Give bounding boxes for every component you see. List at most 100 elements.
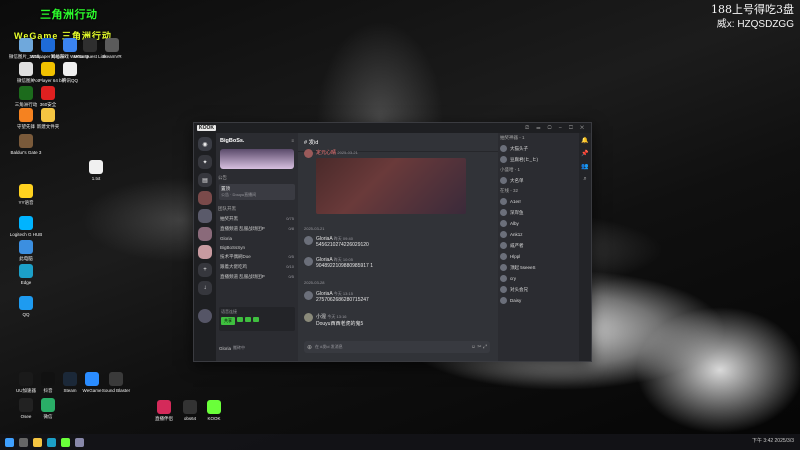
avatar <box>500 156 507 163</box>
message-input[interactable]: ⊕ 在 #发id 发消息 ☺ ✂ ⤢ <box>304 341 490 353</box>
search-icon[interactable] <box>19 437 28 447</box>
desktop-icon[interactable]: Logitech G HUB <box>6 216 46 237</box>
voice-channel[interactable]: 直播频道 乱服战场团P 0/5 <box>216 272 298 282</box>
avatar[interactable] <box>304 313 313 322</box>
channel-group-announce[interactable]: 公告 <box>216 173 298 183</box>
member-item[interactable]: cry <box>498 273 579 284</box>
avatar <box>500 253 507 260</box>
desktop-icon-label: Sound Blaster <box>101 388 131 393</box>
avatar[interactable] <box>304 149 313 158</box>
member-item[interactable]: 对头会兄 <box>498 284 579 295</box>
avatar[interactable] <box>304 236 313 245</box>
desktop-icon[interactable]: Baldur's Gate 3 <box>6 134 46 155</box>
pin-icon[interactable]: 📌 <box>579 150 591 157</box>
voice-channel-count: 0/5 <box>288 274 294 279</box>
voice-channel[interactable]: 技术平偶刷Doe 0/5 <box>216 252 298 262</box>
desktop-icon[interactable]: Edge <box>6 264 46 285</box>
edge-icon[interactable] <box>47 437 56 447</box>
member-list: 抽奖神器 - 1 大猫头子 豆腐君(ヒ_ヒ) 小盛哈 - 1 大名单 在线 - 32 A1e… <box>498 133 579 361</box>
desktop-icon[interactable]: 360安全 <box>28 86 68 107</box>
taskbar: 下午 3:42 2025/3/3 <box>0 434 800 450</box>
user-name[interactable]: Gloria <box>219 346 231 351</box>
user-avatar-icon[interactable] <box>198 309 212 323</box>
member-item[interactable]: 威严者 <box>498 240 579 251</box>
member-name: 深岸鱼 <box>510 209 524 215</box>
member-name: A1err <box>510 199 522 204</box>
avatar[interactable] <box>304 257 313 266</box>
bell-icon[interactable]: 🔔 <box>579 137 591 144</box>
server-rail: ◉ ✦ ▤ + ↓ <box>194 133 216 361</box>
member-name: 大猫头子 <box>510 145 528 151</box>
member-item[interactable]: A1err <box>498 196 579 207</box>
desktop-icon[interactable]: Sound Blaster <box>96 372 136 393</box>
avatar <box>500 220 507 227</box>
members-icon[interactable]: 👥 <box>579 163 591 170</box>
add-attachment-icon[interactable]: ⊕ <box>307 344 312 351</box>
user-status: 搬砖中 <box>233 345 246 350</box>
member-item[interactable]: 大猫头子 <box>498 143 579 154</box>
window-controls[interactable]: ⎚ ▭ ▢ – ☐ ✕ <box>525 125 587 131</box>
app-icon <box>19 296 33 310</box>
member-item[interactable]: 深岸鱼 <box>498 207 579 218</box>
member-item[interactable]: Alby <box>498 218 579 229</box>
pinned-channel[interactable]: 置顶 公告 · Douyu直播间 <box>219 184 295 200</box>
server-icon-2[interactable] <box>198 209 212 223</box>
channel-group-team[interactable]: 团队开黑 <box>216 204 298 214</box>
member-group-title: 小盛哈 - 1 <box>500 167 521 172</box>
desktop-icon[interactable]: YY语音 <box>6 184 46 205</box>
emoji-icon[interactable]: ☺ ✂ ⤢ <box>471 344 490 350</box>
server-icon-4[interactable] <box>198 245 212 259</box>
server-icon-3[interactable] <box>198 227 212 241</box>
search-icon[interactable]: ⌕ <box>579 176 591 183</box>
message-image[interactable] <box>316 158 466 214</box>
member-name: Ank1z <box>510 232 523 237</box>
home-icon[interactable]: ◉ <box>198 137 212 151</box>
member-group-title: 在线 - 32 <box>500 188 519 193</box>
member-item[interactable]: Daisy <box>498 295 579 306</box>
desktop-icon[interactable]: 1.txt <box>76 160 116 181</box>
member-item[interactable]: 豆腐君(ヒ_ヒ) <box>498 154 579 165</box>
voice-channel-count: 0/10 <box>286 264 294 269</box>
avatar[interactable] <box>304 291 313 300</box>
voice-channel-name: 直播频道 乱服战场团P <box>220 226 265 231</box>
voice-channel-name: 抽奖开黑 <box>220 216 238 221</box>
app-taskbar-icon[interactable] <box>75 437 84 447</box>
voice-channel[interactable]: BigBoSsSyn <box>216 243 298 252</box>
windows-start-icon[interactable] <box>5 437 14 447</box>
desktop-icon[interactable]: 新建文件夹 <box>28 108 68 129</box>
voice-channel[interactable]: 抽奖开黑 0/75 <box>216 214 298 224</box>
clock-time: 下午 3:42 <box>752 438 774 444</box>
menu-icon[interactable]: ≡ <box>291 138 294 144</box>
voice-channel[interactable]: 直播频道 乱服战场团P 0/8 <box>216 224 298 234</box>
desktop-icon[interactable]: SteamVR <box>92 38 132 59</box>
member-item[interactable]: Hlppl <box>498 251 579 262</box>
desktop-icon[interactable]: KOOK <box>194 400 234 421</box>
app-icon <box>63 62 77 76</box>
server-icon-1[interactable] <box>198 191 212 205</box>
file-explorer-icon[interactable] <box>33 437 42 447</box>
app-icon <box>105 38 119 52</box>
voice-channel[interactable]: 跟着大佬吃鸡 0/10 <box>216 262 298 272</box>
desktop-icon[interactable]: 腾讯QQ <box>50 62 90 83</box>
headset-icon[interactable] <box>253 317 259 322</box>
clock-date: 2025/3/3 <box>774 438 794 444</box>
system-tray[interactable]: 下午 3:42 2025/3/3 <box>752 437 794 444</box>
message-text: 5456210274226029120 <box>316 242 369 248</box>
voice-channel[interactable]: Gloria <box>216 234 298 243</box>
server-name[interactable]: BigBoSs. <box>220 138 244 144</box>
desktop-icon[interactable]: 微信 <box>28 398 68 419</box>
member-item[interactable]: 顶起 5seeeS <box>498 262 579 273</box>
screen-share-button[interactable]: 共享 <box>221 317 235 325</box>
message-author[interactable]: 定元心晴 <box>316 150 336 156</box>
add-server-icon[interactable]: + <box>198 263 212 277</box>
mic-icon[interactable] <box>245 317 251 322</box>
camera-icon[interactable] <box>237 317 243 322</box>
desktop-icon[interactable]: QQ <box>6 296 46 317</box>
member-item[interactable]: 大名单 <box>498 175 579 186</box>
discover-icon[interactable]: ✦ <box>198 155 212 169</box>
download-icon[interactable]: ↓ <box>198 281 212 295</box>
desktop-icon[interactable]: 此电脑 <box>6 240 46 261</box>
inbox-icon[interactable]: ▤ <box>198 173 212 187</box>
member-item[interactable]: Ank1z <box>498 229 579 240</box>
kook-taskbar-icon[interactable] <box>61 437 70 447</box>
